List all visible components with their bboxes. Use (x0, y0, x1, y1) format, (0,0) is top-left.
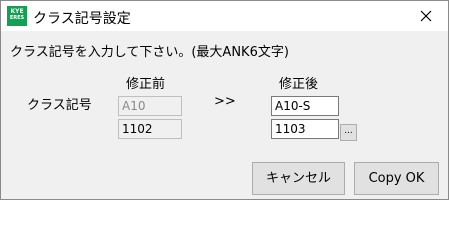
arrow-indicator: >> (214, 94, 236, 109)
dialog-window: KYE ERES クラス記号設定 クラス記号を入力して下さい。(最大ANK6文字… (0, 0, 449, 200)
after-number-input[interactable]: 1103 (271, 119, 339, 139)
app-logo-text-2: ERES (9, 15, 25, 21)
window-title: クラス記号設定 (33, 11, 131, 27)
close-icon (420, 10, 432, 22)
after-code-input[interactable]: A10-S (271, 96, 339, 116)
class-code-label: クラス記号 (27, 98, 92, 113)
before-code-field: A10 (118, 96, 182, 116)
copy-ok-button[interactable]: Copy OK (354, 162, 439, 195)
dialog-content: クラス記号を入力して下さい。(最大ANK6文字) 修正前 修正後 クラス記号 A… (1, 31, 448, 199)
close-button[interactable] (404, 1, 448, 31)
title-bar: KYE ERES クラス記号設定 (1, 1, 448, 31)
browse-button[interactable]: ... (340, 124, 357, 141)
instruction-text: クラス記号を入力して下さい。(最大ANK6文字) (10, 45, 289, 60)
cancel-button[interactable]: キャンセル (252, 162, 345, 195)
app-logo-icon: KYE ERES (7, 6, 27, 26)
before-number-field: 1102 (118, 119, 182, 139)
before-header: 修正前 (126, 77, 166, 92)
after-header: 修正後 (279, 77, 319, 92)
app-logo-text-1: KYE (10, 8, 24, 15)
